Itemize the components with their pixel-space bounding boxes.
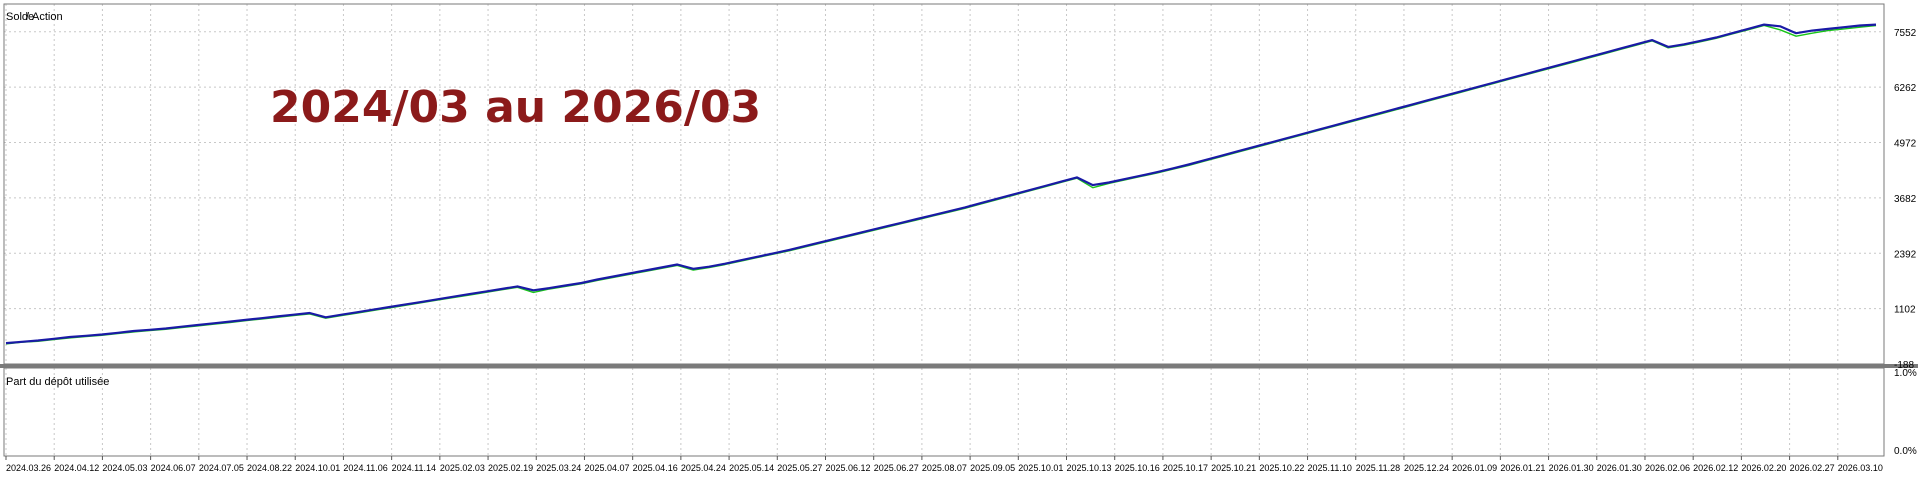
x-tick-label: 2024.07.05 bbox=[199, 463, 244, 473]
x-tick-label: 2025.10.01 bbox=[1018, 463, 1063, 473]
x-tick-label: 2025.03.24 bbox=[536, 463, 581, 473]
x-tick-label: 2025.04.16 bbox=[633, 463, 678, 473]
chart-svg: 755262624972368223921102-188 1.0%0.0% 20… bbox=[0, 3, 1918, 473]
series-lines bbox=[5, 23, 1877, 345]
x-tick-label: 2026.01.09 bbox=[1452, 463, 1497, 473]
x-tick-label: 2024.04.12 bbox=[54, 463, 99, 473]
y-tick-label: 3682 bbox=[1894, 194, 1917, 205]
x-tick-label: 2026.01.30 bbox=[1597, 463, 1642, 473]
x-tick-label: 2026.02.27 bbox=[1790, 463, 1835, 473]
x-tick-label: 2026.01.21 bbox=[1500, 463, 1545, 473]
y-tick-label: 4972 bbox=[1894, 139, 1917, 150]
x-tick-label: 2024.10.01 bbox=[295, 463, 340, 473]
legend-solde: Solde bbox=[6, 11, 34, 23]
legend: Solde / Action bbox=[6, 11, 63, 23]
x-tick-label: 2025.11.10 bbox=[1308, 463, 1352, 473]
x-tick-label: 2025.10.21 bbox=[1211, 463, 1256, 473]
sub-y-tick-label: 1.0% bbox=[1894, 368, 1917, 379]
x-tick-label: 2025.06.27 bbox=[874, 463, 919, 473]
x-tick-label: 2024.05.03 bbox=[102, 463, 147, 473]
x-tick-label: 2026.01.30 bbox=[1549, 463, 1594, 473]
series-line-solde bbox=[5, 23, 1877, 345]
x-tick-label: 2024.11.06 bbox=[343, 463, 387, 473]
sub-plot-frame bbox=[3, 367, 1885, 457]
x-tick-label: 2025.12.24 bbox=[1404, 463, 1449, 473]
x-tick-label: 2025.09.05 bbox=[970, 463, 1015, 473]
subchart-title: Part du dépôt utilisée bbox=[6, 376, 109, 388]
main-plot-frame bbox=[3, 3, 1885, 365]
x-tick-label: 2024.11.14 bbox=[392, 463, 436, 473]
x-tick-label: 2026.02.20 bbox=[1741, 463, 1786, 473]
legend-action: Action bbox=[32, 11, 63, 23]
y-tick-label: 2392 bbox=[1894, 249, 1917, 260]
x-tick-label: 2025.10.17 bbox=[1163, 463, 1208, 473]
x-tick-label: 2025.04.07 bbox=[584, 463, 629, 473]
x-tick-label: 2025.10.16 bbox=[1115, 463, 1160, 473]
sub-tick-labels: 1.0% 0.0% bbox=[1894, 368, 1917, 457]
y-tick-label: 1102 bbox=[1894, 305, 1916, 316]
x-tick-label: 2025.05.27 bbox=[777, 463, 822, 473]
x-tick-label: 2025.02.03 bbox=[440, 463, 485, 473]
x-tick-label: 2025.10.13 bbox=[1067, 463, 1112, 473]
panel-separator bbox=[0, 364, 1918, 368]
x-tick-label: 2025.10.22 bbox=[1259, 463, 1304, 473]
x-tick-label: 2026.03.10 bbox=[1838, 463, 1883, 473]
x-tick-label: 2024.06.07 bbox=[151, 463, 196, 473]
date-range-annotation: 2024/03 au 2026/03 bbox=[270, 82, 762, 133]
x-tick-label: 2025.11.28 bbox=[1356, 463, 1400, 473]
chart-frames bbox=[0, 3, 1918, 457]
x-tick-label: 2025.04.24 bbox=[681, 463, 726, 473]
series-line-action bbox=[5, 24, 1877, 345]
y-tick-label: 7552 bbox=[1894, 28, 1917, 39]
y-tick-labels: 755262624972368223921102-188 bbox=[1894, 28, 1917, 371]
main-grid bbox=[4, 4, 1884, 365]
x-tick-label: 2026.02.06 bbox=[1645, 463, 1690, 473]
x-tick-label: 2024.03.26 bbox=[6, 463, 51, 473]
x-tick-label: 2025.08.07 bbox=[922, 463, 967, 473]
x-tick-label: 2025.02.19 bbox=[488, 463, 533, 473]
x-tick-label: 2025.06.12 bbox=[825, 463, 870, 473]
y-tick-label: 6262 bbox=[1894, 83, 1917, 94]
x-tick-label: 2024.08.22 bbox=[247, 463, 292, 473]
sub-grid bbox=[5, 368, 1839, 456]
sub-y-tick-label: 0.0% bbox=[1894, 446, 1917, 457]
x-tick-label: 2026.02.12 bbox=[1693, 463, 1738, 473]
x-tick-label: 2025.05.14 bbox=[729, 463, 774, 473]
x-tick-labels: 2024.03.26 2024.04.12 2024.05.03 2024.06.07… bbox=[5, 456, 1883, 473]
